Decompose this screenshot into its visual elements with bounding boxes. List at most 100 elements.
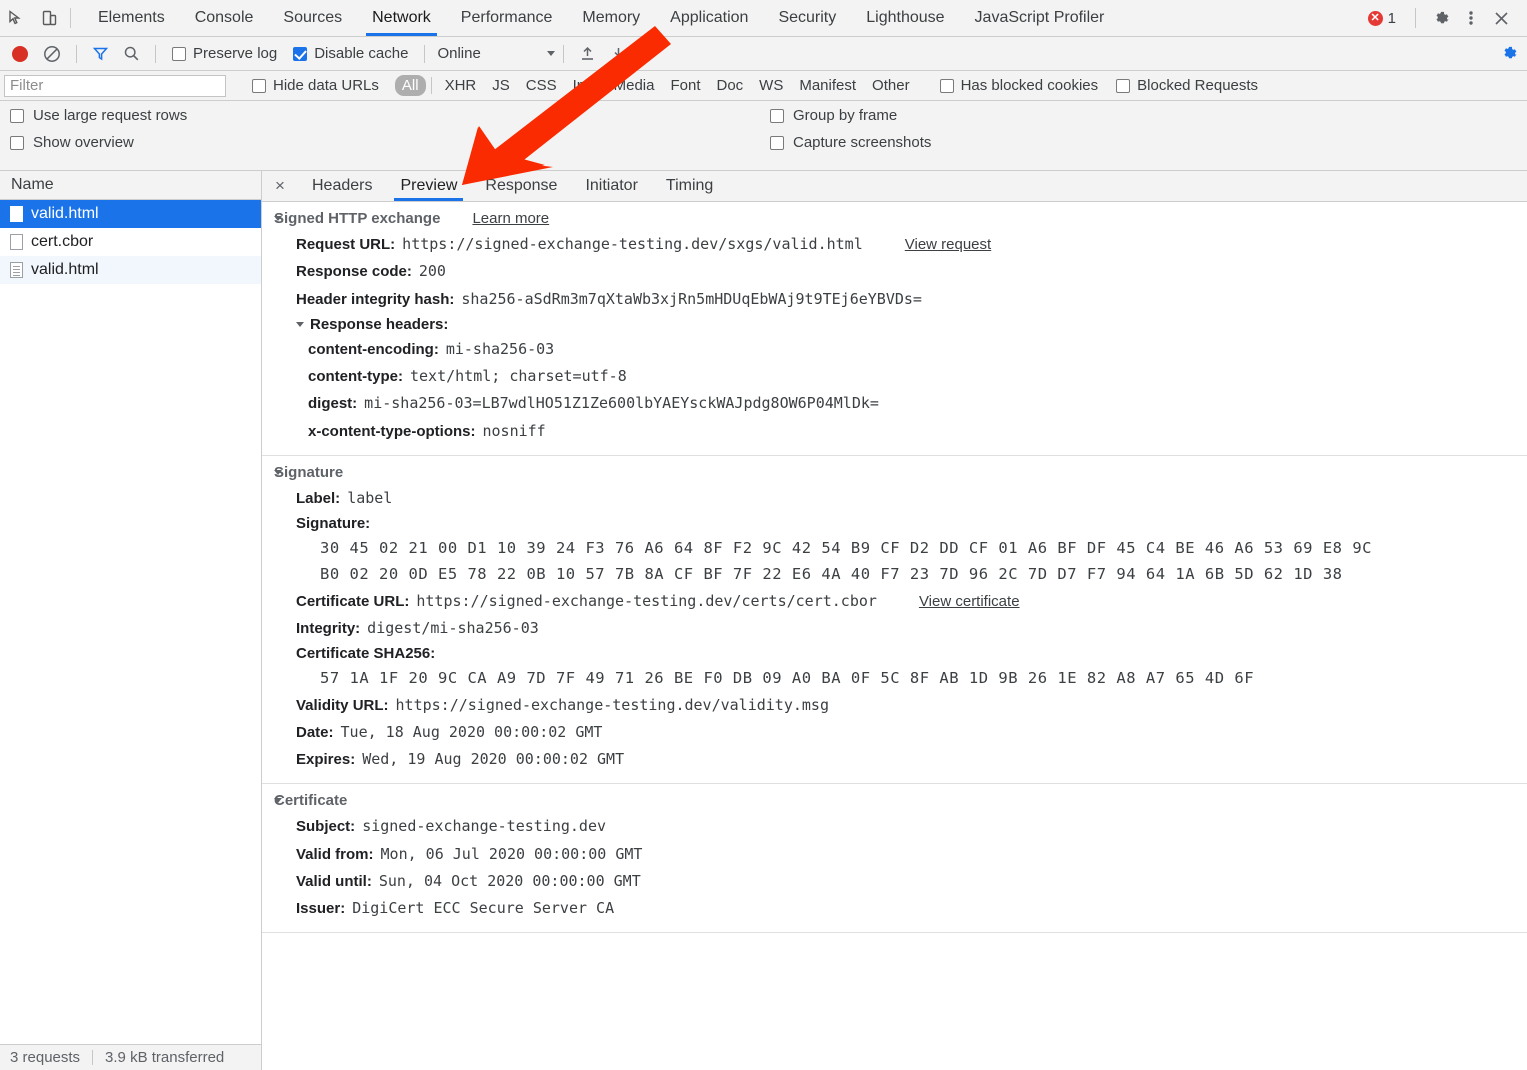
capture-screenshots-checkbox[interactable]: Capture screenshots xyxy=(770,134,931,151)
field-key: Issuer: xyxy=(296,899,345,919)
record-button[interactable] xyxy=(12,46,28,62)
triangle-expanded-icon[interactable] xyxy=(296,322,304,327)
request-row-valid-html-sxg[interactable]: valid.html xyxy=(0,200,261,228)
tab-network[interactable]: Network xyxy=(357,0,446,36)
detail-tab-strip: × Headers Preview Response Initiator Tim… xyxy=(262,171,1527,202)
settings-column-right: Group by frame Capture screenshots xyxy=(770,107,931,170)
tab-security[interactable]: Security xyxy=(763,0,851,36)
status-divider xyxy=(92,1050,93,1065)
view-request-link[interactable]: View request xyxy=(905,235,991,255)
show-overview-label: Show overview xyxy=(33,134,134,151)
view-certificate-link[interactable]: View certificate xyxy=(919,592,1020,612)
tab-response[interactable]: Response xyxy=(471,171,571,201)
field-key: Header integrity hash: xyxy=(296,290,454,310)
throttling-dropdown[interactable]: Online xyxy=(437,45,555,62)
tab-lighthouse[interactable]: Lighthouse xyxy=(851,0,959,36)
field-value: text/html; charset=utf-8 xyxy=(410,366,627,386)
chevron-down-icon xyxy=(547,51,555,56)
show-overview-checkbox[interactable]: Show overview xyxy=(10,134,770,151)
network-settings-pane: Use large request rows Show overview Gro… xyxy=(0,101,1527,171)
request-name: valid.html xyxy=(31,205,99,223)
gear-icon[interactable] xyxy=(1427,4,1455,32)
request-list-column-header[interactable]: Name xyxy=(0,171,261,200)
search-icon[interactable] xyxy=(123,45,140,62)
filter-type-font[interactable]: Font xyxy=(662,75,708,96)
filter-type-ws[interactable]: WS xyxy=(751,75,791,96)
more-vertical-icon[interactable] xyxy=(1457,4,1485,32)
filter-type-other[interactable]: Other xyxy=(864,75,918,96)
field-value: https://signed-exchange-testing.dev/cert… xyxy=(416,591,877,611)
response-headers-header[interactable]: Response headers: xyxy=(274,313,1527,336)
blocked-requests-checkbox[interactable]: Blocked Requests xyxy=(1116,77,1258,94)
group-by-frame-checkbox[interactable]: Group by frame xyxy=(770,107,931,124)
tab-label: Lighthouse xyxy=(866,9,944,27)
error-count-badge[interactable]: ✕ 1 xyxy=(1368,10,1396,27)
filter-type-css[interactable]: CSS xyxy=(518,75,565,96)
filter-type-doc[interactable]: Doc xyxy=(708,75,751,96)
tab-sources[interactable]: Sources xyxy=(268,0,357,36)
has-blocked-cookies-checkbox[interactable]: Has blocked cookies xyxy=(940,77,1099,94)
tab-label: Initiator xyxy=(585,177,637,195)
filter-divider xyxy=(431,77,432,94)
field-key: Date: xyxy=(296,723,334,743)
export-har-icon[interactable] xyxy=(610,45,627,62)
tab-timing[interactable]: Timing xyxy=(652,171,727,201)
use-large-request-rows-checkbox[interactable]: Use large request rows xyxy=(10,107,770,124)
section-title: Signed HTTP exchange xyxy=(274,210,440,227)
preserve-log-label: Preserve log xyxy=(193,45,277,62)
hide-data-urls-label: Hide data URLs xyxy=(273,77,379,94)
preserve-log-checkbox[interactable]: Preserve log xyxy=(172,45,277,62)
tab-label: JavaScript Profiler xyxy=(975,9,1105,27)
filter-type-js[interactable]: JS xyxy=(484,75,518,96)
section-header[interactable]: Signature xyxy=(274,464,1527,481)
import-har-icon[interactable] xyxy=(579,45,596,62)
toolbar-divider xyxy=(155,45,156,63)
section-header[interactable]: Certificate xyxy=(274,792,1527,809)
section-title: Certificate xyxy=(274,792,347,809)
field-header-integrity-hash: Header integrity hash: sha256-aSdRm3m7qX… xyxy=(274,286,1527,313)
tab-preview[interactable]: Preview xyxy=(386,171,471,201)
field-valid-from: Valid from: Mon, 06 Jul 2020 00:00:00 GM… xyxy=(274,841,1527,868)
tab-memory[interactable]: Memory xyxy=(567,0,655,36)
learn-more-link[interactable]: Learn more xyxy=(472,210,549,227)
group-by-frame-label: Group by frame xyxy=(793,107,897,124)
tab-application[interactable]: Application xyxy=(655,0,763,36)
response-headers-title: Response headers: xyxy=(310,316,448,333)
network-settings-gear-icon[interactable] xyxy=(1500,44,1519,63)
filter-type-xhr[interactable]: XHR xyxy=(437,75,485,96)
request-name: cert.cbor xyxy=(31,233,93,251)
tab-label: Preview xyxy=(400,177,457,195)
request-row-cert-cbor[interactable]: cert.cbor xyxy=(0,228,261,256)
main-tab-strip: Elements Console Sources Network Perform… xyxy=(83,0,1119,36)
transferred-size: 3.9 kB transferred xyxy=(105,1049,224,1066)
filter-input[interactable] xyxy=(4,75,226,97)
hide-data-urls-checkbox[interactable]: Hide data URLs xyxy=(252,77,379,94)
toolbar-divider xyxy=(70,8,71,28)
tab-console[interactable]: Console xyxy=(180,0,269,36)
section-header[interactable]: Signed HTTP exchange Learn more xyxy=(274,210,1527,227)
field-key: Valid until: xyxy=(296,872,372,892)
filter-type-media[interactable]: Media xyxy=(606,75,663,96)
tab-javascript-profiler[interactable]: JavaScript Profiler xyxy=(960,0,1120,36)
field-date: Date: Tue, 18 Aug 2020 00:00:02 GMT xyxy=(274,719,1527,746)
close-icon[interactable] xyxy=(1487,4,1515,32)
request-row-valid-html-inner[interactable]: valid.html xyxy=(0,256,261,284)
filter-type-img[interactable]: Img xyxy=(565,75,606,96)
inspect-element-icon[interactable] xyxy=(0,0,33,36)
disable-cache-label: Disable cache xyxy=(314,45,408,62)
funnel-filter-icon[interactable] xyxy=(92,45,109,62)
filter-type-all[interactable]: All xyxy=(395,75,426,96)
disable-cache-checkbox[interactable]: Disable cache xyxy=(293,45,408,62)
section-title-wrap: Certificate xyxy=(274,792,347,809)
close-detail-icon[interactable]: × xyxy=(262,171,298,201)
clear-icon[interactable] xyxy=(43,45,61,63)
field-value: 200 xyxy=(419,261,446,281)
filter-type-manifest[interactable]: Manifest xyxy=(791,75,864,96)
tab-headers[interactable]: Headers xyxy=(298,171,386,201)
tab-performance[interactable]: Performance xyxy=(446,0,568,36)
tab-label: Headers xyxy=(312,177,372,195)
device-toolbar-icon[interactable] xyxy=(33,0,66,36)
toolbar-divider xyxy=(76,45,77,63)
tab-elements[interactable]: Elements xyxy=(83,0,180,36)
tab-initiator[interactable]: Initiator xyxy=(571,171,651,201)
